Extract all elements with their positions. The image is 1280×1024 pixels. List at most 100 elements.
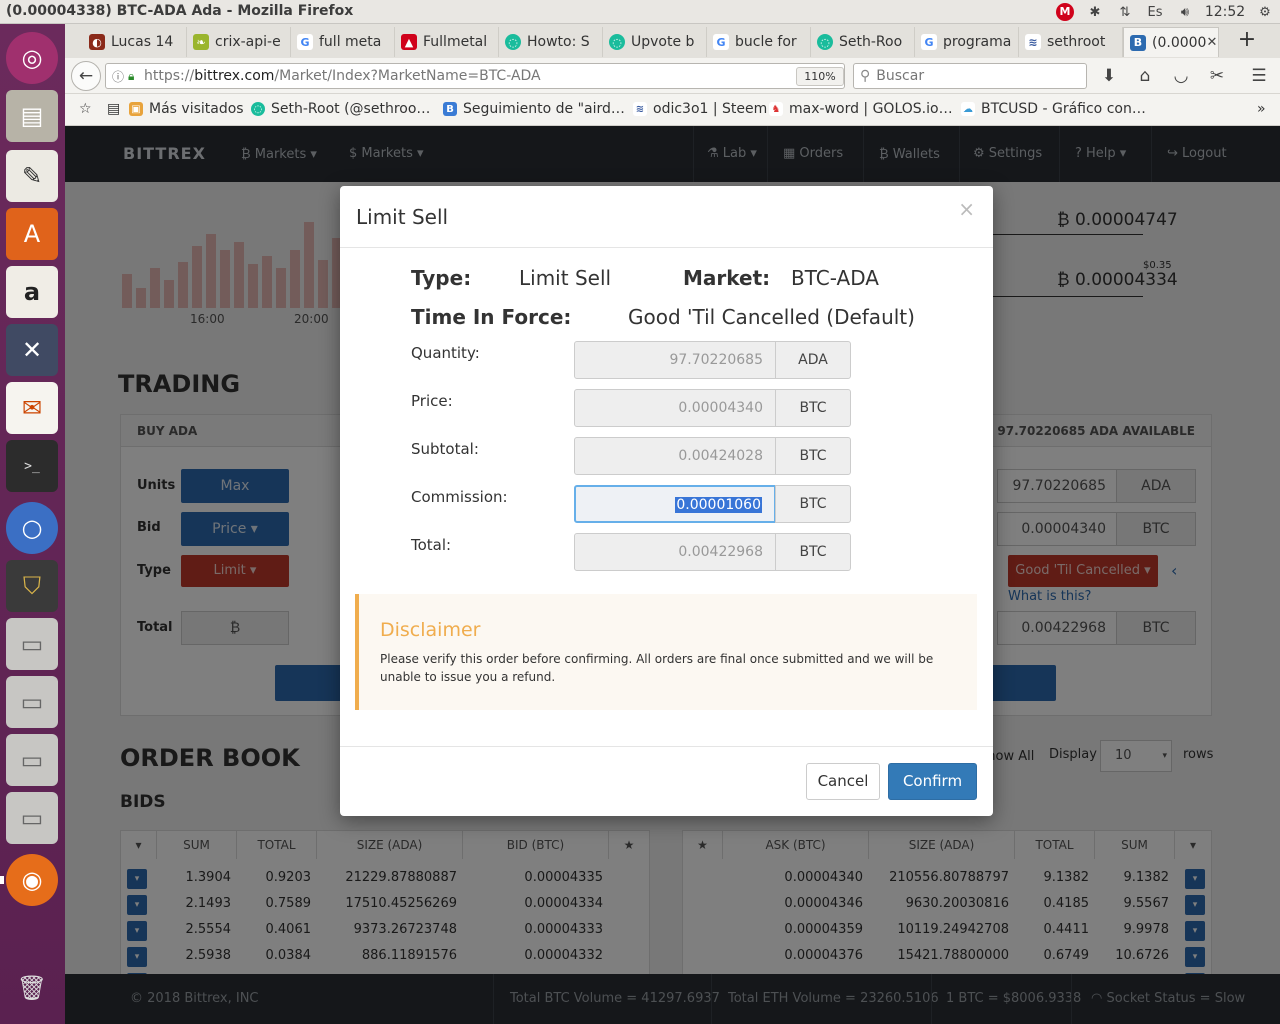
bookmark-star-icon[interactable]: ☆ [79,101,92,117]
steemit-icon: ◌ [505,34,521,50]
close-icon[interactable]: × [958,197,975,221]
market-value: BTC-ADA [791,266,879,290]
price-label: Price: [411,392,453,410]
downloads-icon[interactable]: ⬇ [1095,63,1123,89]
type-label: Type: [411,266,472,290]
files-icon[interactable]: ▤ [6,90,58,142]
subtotal-field: 0.00424028 [574,437,776,475]
type-value: Limit Sell [519,266,612,290]
mail-indicator-icon[interactable]: M [1050,0,1080,24]
drive-icon[interactable]: ▭ [6,734,58,786]
price-field: 0.00004340 [574,389,776,427]
commission-unit: BTC [775,485,851,523]
google-icon: G [297,34,313,50]
home-icon[interactable]: ⌂ [1131,63,1159,89]
golos-icon: ♞ [769,102,783,116]
tradingview-icon: ☁ [961,102,975,116]
disclaimer-box: Disclaimer Please verify this order befo… [355,594,977,710]
text-editor-icon[interactable]: ✎ [6,150,58,202]
browser-tab[interactable]: Gfull meta [291,27,395,57]
software-center-icon[interactable]: A [6,208,58,260]
back-button[interactable]: ← [71,61,101,91]
confirm-button[interactable]: Confirm [888,763,977,800]
bookmark-item[interactable]: ◌ Seth-Root (@sethroo… [251,101,430,117]
bookmarks-menu-icon[interactable]: ▤ [107,101,120,117]
browser-tab[interactable]: ▲ Fullmetal [395,27,499,57]
chromium-icon[interactable]: ○ [6,502,58,554]
info-icon[interactable]: ⓘ [112,68,128,85]
system-settings-icon[interactable]: ✕ [6,324,58,376]
pocket-icon[interactable]: ◡ [1167,63,1195,89]
total-label: Total: [411,536,452,554]
subtotal-label: Subtotal: [411,440,479,458]
bookmark-item[interactable]: ▣ Más visitados [129,101,244,117]
browser-tab[interactable]: Gprograma [915,27,1019,57]
time-in-force-value: Good 'Til Cancelled (Default) [628,305,915,329]
price-unit: BTC [775,389,851,427]
lock-icon[interactable]: 🔒︎ [128,69,144,84]
ubuntu-dash-icon[interactable]: ◎ [6,32,58,84]
drive-icon[interactable]: ▭ [6,792,58,844]
shield-icon[interactable]: ⛉ [6,560,58,612]
browser-tab[interactable]: Gbucle for [707,27,811,57]
disclaimer-text: Please verify this order before confirmi… [380,652,934,684]
running-indicator [0,876,4,884]
document-viewer-icon[interactable]: ✉ [6,382,58,434]
quantity-label: Quantity: [411,344,480,362]
network-icon[interactable]: ⇅ [1110,0,1140,24]
quantity-field: 97.70220685 [574,341,776,379]
browser-tab[interactable]: ❧ crix-api-e [187,27,291,57]
extension-icon[interactable]: ✂ [1203,63,1231,89]
unity-launcher: ◎ ▤ ✎ A a ✕ ✉ >_ ○ ⛉ ▭ ▭ ▭ ▭ ◉ 🗑︎ [0,24,65,1024]
bookmark-item[interactable]: B Seguimiento de "aird… [443,101,625,117]
search-input[interactable]: ⚲ Buscar [853,63,1087,89]
clock[interactable]: 12:52 [1200,0,1250,24]
trash-icon[interactable]: 🗑︎ [6,962,58,1014]
bookmarks-toolbar: ☆ ▤ ▣ Más visitados ◌ Seth-Root (@sethroo…… [65,94,1280,126]
steemit-icon: ◌ [251,102,265,116]
tab-favicon: ❧ [193,34,209,50]
market-label: Market: [683,266,771,290]
bookmark-item[interactable]: ☁ BTCUSD - Gráfico con… [961,101,1146,117]
firefox-window: ◐ Lucas 14 ❧ crix-api-e Gfull meta ▲ Fullme… [65,24,1280,1024]
disclaimer-title: Disclaimer [380,619,481,641]
bookmark-item[interactable]: ≋ odic3o1 | Steem [633,101,767,117]
power-gear-icon[interactable]: ⚙ [1250,0,1280,24]
browser-tab[interactable]: ◌ Howto: S [499,27,603,57]
new-tab-button[interactable]: + [1235,29,1259,53]
menu-icon[interactable]: ☰ [1245,63,1273,89]
limit-sell-modal: Limit Sell × Type: Limit Sell Market: BT… [340,186,993,816]
keyboard-layout-indicator[interactable]: Es [1140,0,1170,24]
drive-icon[interactable]: ▭ [6,676,58,728]
bittrex-icon: B [1130,34,1146,51]
browser-tab[interactable]: ◌ Seth-Roo [811,27,915,57]
bookmark-item[interactable]: ♞ max-word | GOLOS.io… [769,101,953,117]
browser-tab[interactable]: ≋ sethroot [1019,27,1123,57]
firefox-icon[interactable]: ◉ [6,854,58,906]
browser-tab[interactable]: ◐ Lucas 14 [83,27,187,57]
commission-label: Commission: [411,488,508,506]
system-tray: M ✱ ⇅ Es 🔊︎ 12:52 ⚙ [1050,0,1280,24]
bittrex-page: BITTREX ₿ Markets ▾ $ Markets ▾ ⚗ Lab ▾ … [65,126,1280,1024]
volume-icon[interactable]: 🔊︎ [1170,0,1200,24]
bookmarks-overflow-icon[interactable]: » [1257,101,1266,117]
steemit-icon: ◌ [817,34,833,50]
drive-icon[interactable]: ▭ [6,618,58,670]
google-icon: G [713,34,729,50]
os-top-bar: (0.00004338) BTC-ADA Ada - Mozilla Firef… [0,0,1280,24]
commission-field[interactable]: 0.00001060 [574,485,776,523]
terminal-icon[interactable]: >_ [6,440,58,492]
browser-tab[interactable]: ◌ Upvote b [603,27,707,57]
subtotal-unit: BTC [775,437,851,475]
bluetooth-icon[interactable]: ✱ [1080,0,1110,24]
google-icon: G [921,34,937,50]
url-text: https://bittrex.com/Market/Index?MarketN… [144,68,541,84]
amazon-icon[interactable]: a [6,266,58,318]
url-bar[interactable]: ⓘ 🔒︎ https://bittrex.com/Market/Index?Ma… [105,63,866,89]
zoom-indicator[interactable]: 110% [796,67,844,86]
cancel-button[interactable]: Cancel [806,763,880,800]
close-tab-icon[interactable]: ✕ [1206,35,1217,50]
modal-title: Limit Sell [356,205,449,229]
steemd-icon: ≋ [633,102,647,116]
browser-tab-active[interactable]: B (0.0000 ✕ [1123,27,1219,57]
